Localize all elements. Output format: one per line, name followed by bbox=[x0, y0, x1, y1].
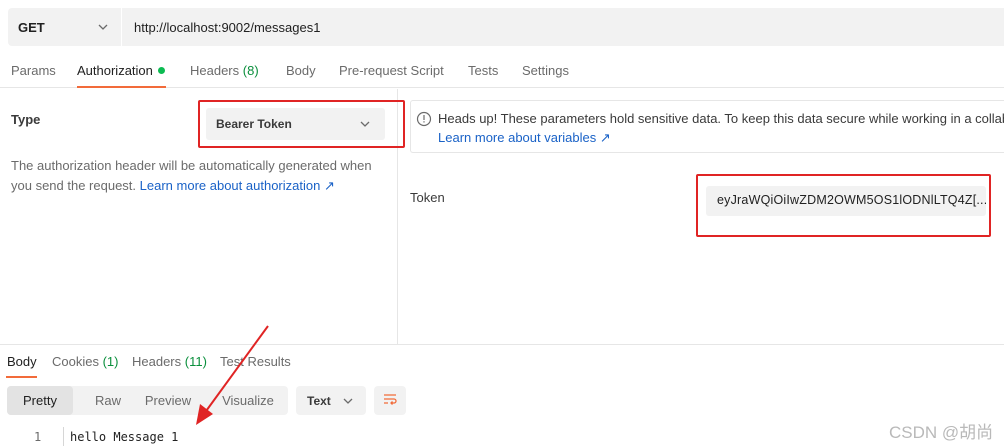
format-select[interactable]: Text bbox=[296, 386, 366, 415]
response-tab-body[interactable]: Body bbox=[7, 354, 37, 369]
mode-preview[interactable]: Preview bbox=[137, 386, 199, 415]
response-body-line: hello Message 1 bbox=[70, 430, 179, 444]
view-mode-segmented-control: Pretty Raw Preview Visualize bbox=[7, 386, 288, 415]
mode-raw[interactable]: Raw bbox=[73, 386, 143, 415]
auth-type-pane: Type Bearer Token The authorization head… bbox=[0, 89, 405, 344]
response-tab-cookies-count: (1) bbox=[102, 354, 119, 369]
response-tab-cookies-label: Cookies bbox=[52, 354, 99, 369]
tab-authorization[interactable]: Authorization bbox=[77, 63, 165, 78]
tab-headers-count: (8) bbox=[242, 63, 259, 78]
mode-visualize[interactable]: Visualize bbox=[212, 386, 284, 415]
token-label: Token bbox=[410, 190, 445, 205]
watermark: CSDN @胡尚 bbox=[889, 423, 994, 442]
tab-body[interactable]: Body bbox=[286, 63, 316, 78]
gutter-divider bbox=[63, 427, 64, 446]
learn-more-variables-link[interactable]: Learn more about variables ↗ bbox=[438, 130, 611, 146]
response-tab-cookies[interactable]: Cookies (1) bbox=[52, 354, 118, 369]
learn-more-authorization-link[interactable]: Learn more about authorization ↗ bbox=[140, 178, 335, 193]
tab-params[interactable]: Params bbox=[11, 63, 56, 78]
request-tabs: Params Authorization Headers (8) Body Pr… bbox=[0, 56, 1004, 88]
info-circle-icon bbox=[416, 111, 432, 127]
status-dot-icon bbox=[157, 67, 165, 74]
mode-pretty[interactable]: Pretty bbox=[7, 386, 73, 415]
active-response-tab-indicator bbox=[6, 376, 37, 378]
response-tab-headers[interactable]: Headers (11) bbox=[132, 354, 207, 369]
auth-description: The authorization header will be automat… bbox=[11, 156, 383, 196]
tab-headers-label: Headers bbox=[190, 63, 240, 78]
type-label: Type bbox=[11, 112, 41, 127]
wrap-lines-button[interactable] bbox=[374, 386, 406, 415]
url-input[interactable]: http://localhost:9002/messages1 bbox=[122, 20, 320, 35]
tab-pre-request-script[interactable]: Pre-request Script bbox=[339, 63, 444, 78]
chevron-down-icon bbox=[97, 21, 109, 33]
tab-authorization-label: Authorization bbox=[77, 63, 153, 78]
wrap-lines-icon bbox=[382, 391, 398, 410]
chevron-down-icon bbox=[342, 395, 354, 407]
format-value: Text bbox=[307, 393, 331, 408]
response-pane: Body Cookies (1) Headers (11) Test Resul… bbox=[0, 344, 1004, 446]
tab-tests[interactable]: Tests bbox=[468, 63, 498, 78]
response-tab-headers-count: (11) bbox=[184, 354, 207, 369]
response-tab-headers-label: Headers bbox=[132, 354, 182, 369]
annotation-box-type bbox=[198, 100, 405, 148]
url-bar: GET http://localhost:9002/messages1 bbox=[8, 8, 1004, 46]
method-label: GET bbox=[18, 19, 45, 35]
annotation-box-token bbox=[696, 174, 991, 237]
method-select[interactable]: GET bbox=[8, 8, 122, 46]
active-tab-indicator bbox=[77, 86, 166, 88]
tab-settings[interactable]: Settings bbox=[522, 63, 569, 78]
tab-headers[interactable]: Headers (8) bbox=[190, 63, 259, 78]
notice-text: Heads up! These parameters hold sensitiv… bbox=[438, 111, 1004, 126]
sensitive-data-notice: Heads up! These parameters hold sensitiv… bbox=[410, 100, 1004, 153]
line-number: 1 bbox=[34, 430, 42, 444]
response-tab-test-results[interactable]: Test Results bbox=[220, 354, 291, 369]
